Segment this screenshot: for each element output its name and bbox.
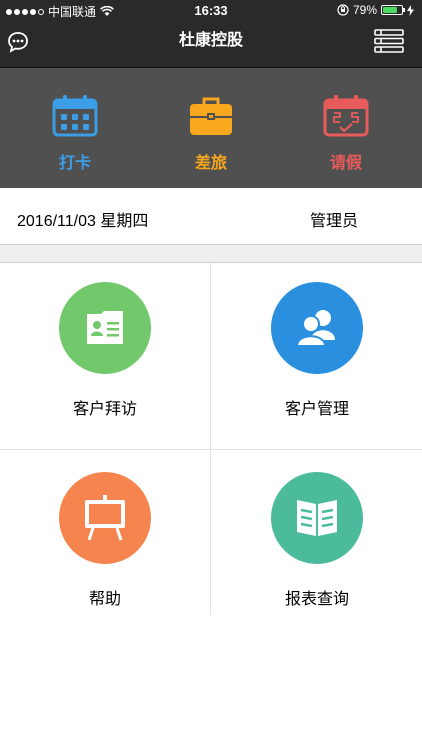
info-row: 2016/11/03 星期四 管理员 — [0, 188, 422, 244]
menu-item-label: 客户管理 — [284, 401, 349, 418]
quick-action-leave[interactable]: 请假 — [306, 95, 386, 173]
page-title: 杜康控股 — [178, 32, 243, 49]
menu-item-label: 帮助 — [88, 591, 121, 608]
rotation-lock-icon — [337, 4, 349, 16]
quick-action-checkin[interactable]: 打卡 — [35, 95, 115, 173]
quick-actions-bar: 打卡 差旅 请假 — [0, 68, 422, 188]
briefcase-icon — [190, 97, 232, 135]
battery-icon — [381, 5, 405, 15]
grid-divider-vertical — [210, 263, 211, 615]
list-menu-icon[interactable] — [374, 28, 404, 54]
grid-divider-horizontal — [0, 449, 422, 450]
calendar-check-icon — [323, 95, 369, 137]
date-label: 2016/11/03 星期四 — [17, 213, 149, 230]
section-divider — [0, 244, 422, 263]
users-icon — [271, 282, 363, 374]
menu-item-help[interactable]: 帮助 — [0, 453, 210, 633]
menu-item-label: 客户拜访 — [72, 401, 137, 418]
menu-item-label: 报表查询 — [284, 591, 349, 608]
menu-item-customer-management[interactable]: 客户管理 — [212, 263, 422, 443]
charging-icon — [407, 4, 414, 16]
menu-item-report-query[interactable]: 报表查询 — [212, 453, 422, 633]
status-right: 79% — [337, 3, 414, 17]
user-label: 管理员 — [310, 213, 359, 230]
menu-grid: 客户拜访 客户管理 帮助 报表查询 — [0, 263, 422, 623]
menu-item-customer-visit[interactable]: 客户拜访 — [0, 263, 210, 443]
nav-bar: 杜康控股 — [0, 20, 422, 67]
calendar-grid-icon — [52, 95, 98, 137]
quick-action-label: 打卡 — [58, 155, 91, 172]
open-book-icon — [271, 472, 363, 564]
quick-action-label: 差旅 — [194, 155, 227, 172]
quick-action-label: 请假 — [329, 155, 362, 172]
contact-card-icon — [59, 282, 151, 374]
easel-board-icon — [59, 472, 151, 564]
status-bar: 中国联通 16:33 79% — [0, 0, 422, 20]
battery-percent: 79% — [352, 3, 377, 17]
quick-action-travel[interactable]: 差旅 — [171, 95, 251, 173]
